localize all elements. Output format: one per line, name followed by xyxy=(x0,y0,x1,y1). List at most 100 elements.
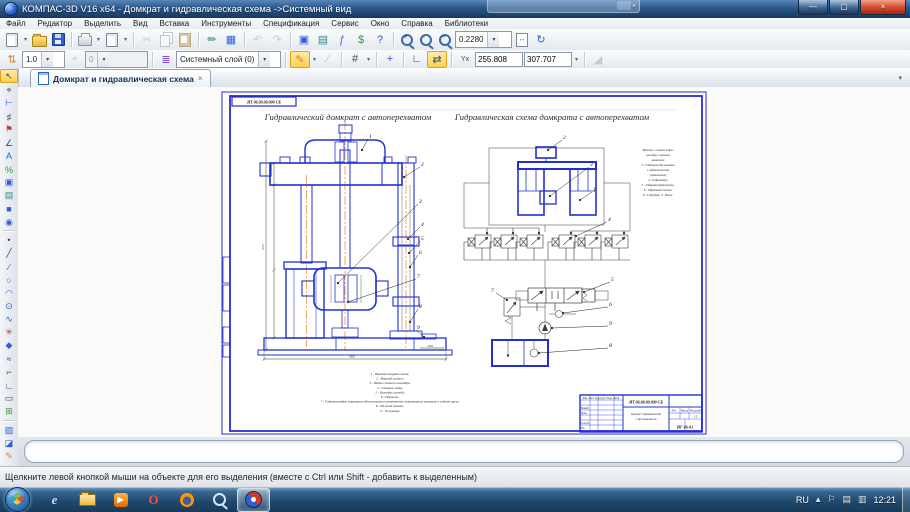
segment-tool-button[interactable]: ∕ xyxy=(1,261,17,273)
ortho-drawing-button[interactable]: ⇄ xyxy=(427,51,447,68)
taskbar-internet-explorer[interactable]: e xyxy=(39,489,70,511)
clock[interactable]: 12:21 xyxy=(873,495,896,505)
open-button[interactable] xyxy=(30,31,48,48)
line-style-caret[interactable]: ▾ xyxy=(311,56,318,63)
half-ortho-button[interactable]: ∟ xyxy=(408,52,426,67)
minimize-button[interactable]: — xyxy=(798,0,828,15)
coords-caret[interactable]: ▾ xyxy=(573,56,580,63)
view-tool-button[interactable]: ▣ xyxy=(1,177,17,189)
insert-view-button[interactable]: ■ xyxy=(1,203,17,215)
what-is-this-button[interactable]: ? xyxy=(371,31,389,48)
taskbar-windows-explorer[interactable] xyxy=(72,489,103,511)
zoom-scale-caret[interactable]: ▾ xyxy=(487,32,499,47)
menu-insert[interactable]: Вставка xyxy=(154,19,196,28)
snap-cursor-button[interactable]: ⌖ xyxy=(1,84,17,96)
zoom-scale-combo[interactable]: 0.2280 ▾ xyxy=(455,31,512,48)
expressions-button[interactable]: ƒ xyxy=(333,31,351,48)
select-arrow-button[interactable]: ↖ xyxy=(0,69,18,83)
chamfer-tool-button[interactable]: ∟ xyxy=(1,380,17,392)
show-hidden-icons[interactable]: ▴ xyxy=(816,494,821,505)
preview-caret[interactable]: ▾ xyxy=(122,36,129,43)
flag-designations-button[interactable]: ⚑ xyxy=(1,124,17,136)
line-style-button[interactable]: ✎ xyxy=(290,51,310,68)
grid-caret[interactable]: ▾ xyxy=(365,56,372,63)
sheet-tool-button[interactable]: ▤ xyxy=(1,190,17,202)
save-button[interactable] xyxy=(49,31,67,48)
local-cs-button[interactable]: + xyxy=(381,52,399,67)
refresh-image-button[interactable]: ↻ xyxy=(532,31,550,48)
menu-specification[interactable]: Спецификация xyxy=(257,19,325,28)
menu-select[interactable]: Выделить xyxy=(78,19,127,28)
taskbar-media-player[interactable]: ▶ xyxy=(105,489,136,511)
arc-tool-button[interactable]: ◠ xyxy=(1,287,17,299)
zoom-window-button[interactable]: ▫ xyxy=(417,31,435,48)
collect-tool-button[interactable]: ⊞ xyxy=(1,406,17,418)
copy-properties-button[interactable]: ✏ xyxy=(203,31,221,48)
start-button[interactable] xyxy=(5,487,30,512)
cut-button[interactable]: ✂ xyxy=(138,31,156,48)
rounding-button[interactable]: ◢ xyxy=(589,52,607,67)
step-combo[interactable]: 1.0 ▾ xyxy=(22,51,65,68)
coords-button[interactable]: Yx xyxy=(456,52,474,67)
dimensions-button[interactable]: ⊢ xyxy=(1,98,17,110)
undo-button[interactable]: ↶ xyxy=(249,31,267,48)
menu-view[interactable]: Вид xyxy=(127,19,153,28)
object-browser-button[interactable]: ◉ xyxy=(1,216,17,228)
copy-button[interactable] xyxy=(157,31,175,48)
aux-line-button[interactable]: ╱ xyxy=(1,248,17,260)
paste-button[interactable] xyxy=(176,31,194,48)
tab-overflow-caret[interactable]: ▾ xyxy=(898,74,902,82)
star-tool-button[interactable]: ✳ xyxy=(1,327,17,339)
point-tool-button[interactable]: • xyxy=(1,234,17,246)
currency-button[interactable]: $ xyxy=(352,31,370,48)
fillet-tool-button[interactable]: ⌐ xyxy=(1,366,17,378)
curve-tool-button[interactable]: ≈ xyxy=(1,353,17,365)
grid-button[interactable]: # xyxy=(346,52,364,67)
taskbar-firefox[interactable] xyxy=(171,489,202,511)
menu-editor[interactable]: Редактор xyxy=(32,19,78,28)
menu-tools[interactable]: Инструменты xyxy=(195,19,257,28)
redo-button[interactable]: ↷ xyxy=(268,31,286,48)
zoom-out-button[interactable]: − xyxy=(436,31,454,48)
angle-caret[interactable]: ▾ xyxy=(97,52,109,67)
preview-button[interactable] xyxy=(103,31,121,48)
polygon-tool-button[interactable]: ◆ xyxy=(1,340,17,352)
taskbar-search[interactable] xyxy=(204,489,235,511)
circle-tool-button[interactable]: ○ xyxy=(1,274,17,286)
drawing-canvas[interactable]: ИТ 06.00.00.000 СБ Гидравлический домкра… xyxy=(18,87,910,437)
menu-help[interactable]: Справка xyxy=(395,19,438,28)
circle-point-button[interactable]: ⊙ xyxy=(1,300,17,312)
tolerance-button[interactable]: % xyxy=(1,164,17,176)
angle-measure-button[interactable]: ∠ xyxy=(1,137,17,149)
action-center-flag-icon[interactable]: ⚐ xyxy=(827,494,835,505)
taskbar-opera[interactable]: O xyxy=(138,489,169,511)
print-button[interactable] xyxy=(76,31,94,48)
close-button[interactable]: × xyxy=(860,0,906,15)
print-caret[interactable]: ▾ xyxy=(95,36,102,43)
variables-button[interactable]: ▣ xyxy=(295,31,313,48)
menu-window[interactable]: Окно xyxy=(365,19,396,28)
zoom-in-button[interactable]: + xyxy=(398,31,416,48)
taskbar-kompas[interactable] xyxy=(237,488,270,512)
menu-service[interactable]: Сервис xyxy=(325,19,364,28)
layer-caret[interactable]: ▾ xyxy=(258,52,270,67)
rectangle-tool-button[interactable]: ▭ xyxy=(1,393,17,405)
new-document-caret[interactable]: ▾ xyxy=(22,36,29,43)
new-document-button[interactable] xyxy=(3,31,21,48)
removable-device-icon[interactable]: ▤ xyxy=(842,494,851,505)
fill-tool-button[interactable]: ◪ xyxy=(1,437,17,449)
phantoms-button[interactable]: ∕ xyxy=(319,52,337,67)
associativity-button[interactable]: + xyxy=(66,52,84,67)
menu-file[interactable]: Файл xyxy=(0,19,32,28)
hatch-tool-button[interactable]: ▨ xyxy=(1,424,17,436)
network-icon[interactable]: ▥ xyxy=(858,494,867,505)
angle-combo[interactable]: 0 ▾ xyxy=(85,51,148,68)
show-desktop-button[interactable] xyxy=(902,487,910,512)
spline-tool-button[interactable]: ∿ xyxy=(1,314,17,326)
coord-y-field[interactable]: 255.808 xyxy=(475,52,523,67)
tab-close-icon[interactable]: × xyxy=(198,74,203,83)
designations-button[interactable]: ♯ xyxy=(1,111,17,123)
layers-button[interactable]: ≣ xyxy=(157,52,175,67)
coord-x-field[interactable]: 307.707 xyxy=(524,52,572,67)
spreadsheet-button[interactable]: ▦ xyxy=(222,31,240,48)
